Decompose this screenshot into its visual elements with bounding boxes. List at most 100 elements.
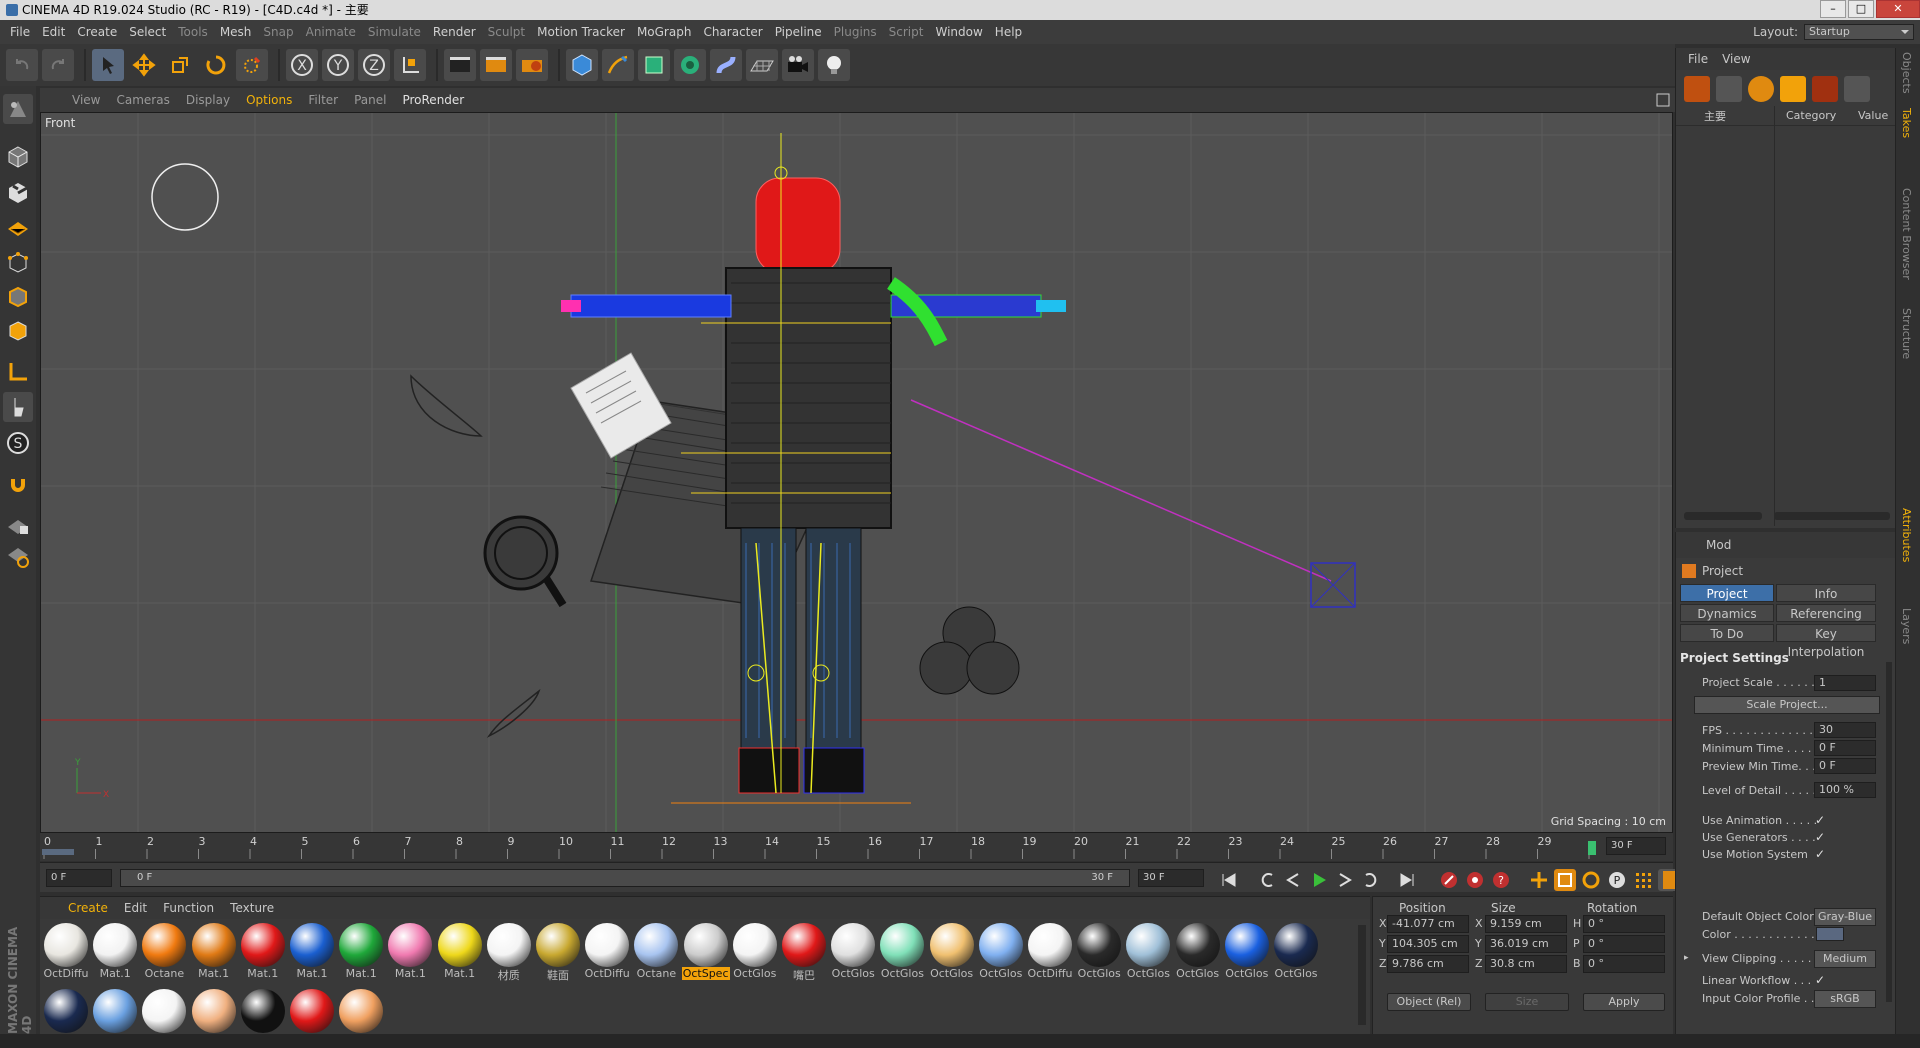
- rotation-field[interactable]: 0 °: [1583, 935, 1665, 953]
- y-axis-icon[interactable]: Y: [322, 49, 354, 81]
- apply-button[interactable]: Apply: [1583, 993, 1665, 1011]
- menu-animate[interactable]: Animate: [300, 20, 362, 44]
- rotation-field[interactable]: 0 °: [1583, 955, 1665, 973]
- select-tool-icon[interactable]: [92, 49, 124, 81]
- menu-edit[interactable]: Edit: [36, 20, 71, 44]
- menu-snap[interactable]: Snap: [257, 20, 299, 44]
- render-view-icon[interactable]: [444, 49, 476, 81]
- size-field[interactable]: 36.019 cm: [1485, 935, 1567, 953]
- attribute-checkbox[interactable]: ✓: [1815, 813, 1829, 827]
- material-swatch[interactable]: OctDiffu: [42, 923, 90, 983]
- coordinate-mode-select[interactable]: Object (Rel): [1387, 993, 1471, 1011]
- viewport-menu-cameras[interactable]: Cameras: [108, 93, 177, 107]
- menu-script[interactable]: Script: [883, 20, 930, 44]
- material-menu-function[interactable]: Function: [155, 901, 222, 915]
- take-camera-icon[interactable]: [1812, 76, 1838, 102]
- side-tab-takes[interactable]: Takes: [1900, 108, 1913, 138]
- timeline-end-field[interactable]: 30 F: [1606, 837, 1666, 855]
- cloner-icon[interactable]: [674, 49, 706, 81]
- workplane-lock-icon[interactable]: [3, 510, 33, 540]
- expand-arrow-icon[interactable]: ▸: [1684, 953, 1689, 963]
- material-swatch[interactable]: OctDiffu: [583, 923, 631, 983]
- texture-mode-icon[interactable]: [3, 178, 33, 208]
- menu-render[interactable]: Render: [427, 20, 482, 44]
- render-settings-icon[interactable]: [516, 49, 548, 81]
- size-field[interactable]: 9.159 cm: [1485, 915, 1567, 933]
- material-swatch[interactable]: OctGlos: [829, 923, 877, 983]
- viewport-menu-view[interactable]: View: [64, 93, 108, 107]
- scale-tool-icon[interactable]: [164, 49, 196, 81]
- menu-motion-tracker[interactable]: Motion Tracker: [531, 20, 631, 44]
- material-swatch[interactable]: OctGlos: [977, 923, 1025, 983]
- default-object-color-select[interactable]: Gray-Blue: [1814, 908, 1876, 926]
- take-group-icon[interactable]: [1780, 76, 1806, 102]
- tab-project-settings[interactable]: Project Settings: [1680, 584, 1774, 619]
- tab-info[interactable]: Info: [1776, 584, 1876, 602]
- viewport-menu-filter[interactable]: Filter: [300, 93, 346, 107]
- rotate-tool-icon[interactable]: [200, 49, 232, 81]
- previous-keyframe-icon[interactable]: [1256, 869, 1278, 891]
- material-swatch[interactable]: Mat.1: [239, 923, 287, 983]
- light-icon[interactable]: [818, 49, 850, 81]
- preview-range-slider[interactable]: 0 F 30 F: [120, 869, 1130, 887]
- polygons-mode-icon[interactable]: [3, 316, 33, 346]
- menu-simulate[interactable]: Simulate: [362, 20, 427, 44]
- material-swatch[interactable]: Mat.1: [190, 923, 238, 983]
- take-copy-icon[interactable]: [1716, 76, 1742, 102]
- attribute-scrollbar[interactable]: [1886, 662, 1892, 1002]
- material-swatch[interactable]: 鞋面: [534, 923, 582, 983]
- size-mode-select[interactable]: Size: [1485, 993, 1569, 1011]
- material-swatch[interactable]: OctGlos: [731, 923, 779, 983]
- tab-dynamics[interactable]: Dynamics: [1680, 604, 1774, 622]
- object-hscroll-left[interactable]: [1684, 512, 1762, 520]
- minimize-button[interactable]: –: [1820, 0, 1846, 18]
- menu-select[interactable]: Select: [123, 20, 172, 44]
- layout-select[interactable]: Startup: [1804, 24, 1914, 40]
- attribute-checkbox[interactable]: ✓: [1815, 830, 1829, 844]
- playhead-end-marker[interactable]: [1588, 841, 1596, 855]
- material-swatch[interactable]: Mat.1: [288, 923, 336, 983]
- tab-key-interpolation[interactable]: Key Interpolation: [1776, 624, 1876, 659]
- material-swatch[interactable]: OctDiffu: [1026, 923, 1074, 983]
- next-keyframe-icon[interactable]: [1360, 869, 1382, 891]
- attribute-field[interactable]: 0 F: [1814, 740, 1876, 756]
- viewport-navigation-icon[interactable]: [1655, 92, 1671, 108]
- viewport-menu-display[interactable]: Display: [178, 93, 238, 107]
- cube-icon[interactable]: [566, 49, 598, 81]
- deformer-icon[interactable]: [710, 49, 742, 81]
- side-tab-objects[interactable]: Objects: [1900, 52, 1913, 94]
- menu-pipeline[interactable]: Pipeline: [769, 20, 828, 44]
- go-to-start-icon[interactable]: [1218, 869, 1240, 891]
- material-swatch[interactable]: Mat.1: [337, 923, 385, 983]
- go-to-end-icon[interactable]: [1396, 869, 1418, 891]
- autokeying-icon[interactable]: [1464, 869, 1486, 891]
- menu-create[interactable]: Create: [71, 20, 123, 44]
- x-axis-icon[interactable]: X: [286, 49, 318, 81]
- viewport-front[interactable]: Front Y X Grid Spacing: 10 cm: [40, 112, 1673, 833]
- axis-mode-icon[interactable]: [3, 356, 33, 386]
- record-active-objects-icon[interactable]: [1438, 869, 1460, 891]
- workplane-axis-icon[interactable]: [3, 542, 33, 572]
- material-swatch[interactable]: Mat.1: [91, 923, 139, 983]
- max-frame-field[interactable]: 30 F: [1138, 869, 1204, 887]
- snap-magnet-icon[interactable]: [3, 472, 33, 502]
- material-swatch[interactable]: Mat.1: [386, 923, 434, 983]
- viewport-menu-panel[interactable]: Panel: [346, 93, 394, 107]
- position-field[interactable]: 104.305 cm: [1387, 935, 1469, 953]
- color-swatch[interactable]: [1816, 927, 1844, 941]
- pen-spline-icon[interactable]: [602, 49, 634, 81]
- viewport-menu-options[interactable]: Options: [238, 93, 300, 107]
- keyframe-selection-icon[interactable]: ?: [1490, 869, 1512, 891]
- material-swatch[interactable]: OctGlos: [1272, 923, 1320, 983]
- menu-sculpt[interactable]: Sculpt: [482, 20, 531, 44]
- attribute-field[interactable]: 0 F: [1814, 758, 1876, 774]
- previous-frame-icon[interactable]: [1282, 869, 1304, 891]
- viewport-menu-prorender[interactable]: ProRender: [394, 93, 472, 107]
- menu-character[interactable]: Character: [697, 20, 768, 44]
- menu-window[interactable]: Window: [929, 20, 988, 44]
- make-editable-icon[interactable]: [3, 94, 33, 124]
- attribute-field[interactable]: 30: [1814, 722, 1876, 738]
- next-frame-icon[interactable]: [1334, 869, 1356, 891]
- side-tab-content-browser[interactable]: Content Browser: [1900, 188, 1913, 280]
- tweak-mode-icon[interactable]: [3, 392, 33, 422]
